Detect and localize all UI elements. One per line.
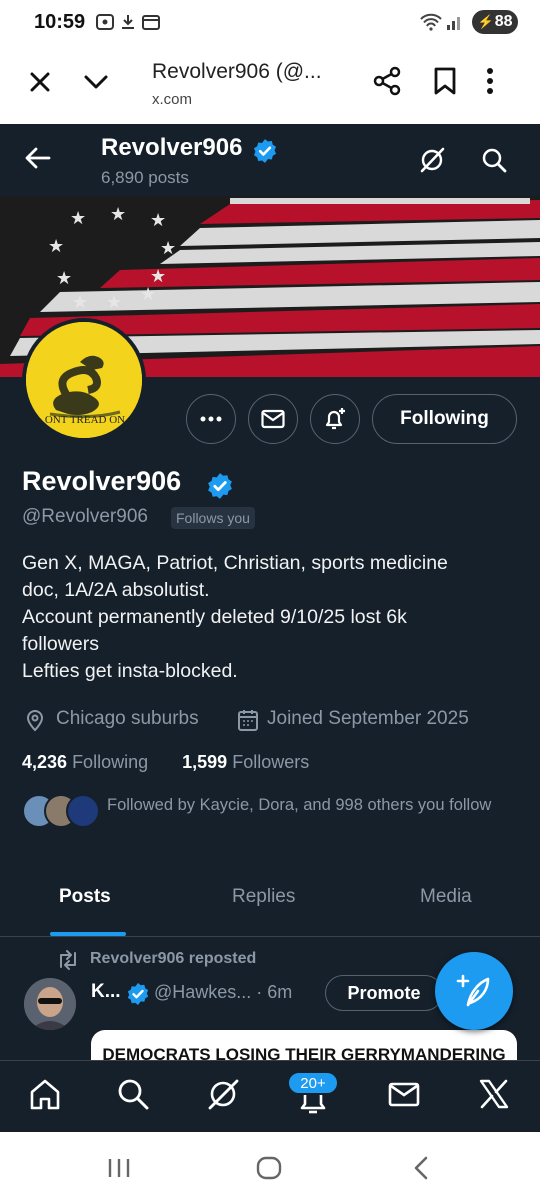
battery-indicator: ⚡ 88 — [472, 10, 518, 34]
verified-badge-icon — [252, 138, 278, 169]
following-link[interactable]: 4,236 Following — [22, 752, 148, 772]
browser-toolbar: Revolver906 (@... x.com — [0, 44, 540, 125]
bell-plus-icon — [325, 408, 345, 430]
search-icon[interactable] — [116, 1077, 150, 1116]
wifi-icon — [420, 13, 442, 35]
followers-label: Followers — [232, 752, 310, 772]
follows-you-badge: Follows you — [171, 507, 255, 529]
svg-text:★: ★ — [106, 292, 122, 312]
recent-apps-icon[interactable] — [106, 1156, 132, 1185]
svg-text:★: ★ — [150, 210, 166, 230]
gadsden-flag-image: ONT TREAD ON — [26, 322, 142, 438]
profile-handle: @Revolver906 — [22, 506, 148, 527]
grok-icon[interactable] — [206, 1077, 240, 1116]
calendar-icon — [237, 708, 259, 737]
home-button-icon[interactable] — [255, 1155, 283, 1186]
grok-icon[interactable] — [418, 146, 446, 179]
verified-badge-icon — [126, 982, 150, 1011]
feather-plus-icon — [456, 974, 490, 1007]
status-time: 10:59 — [34, 11, 86, 33]
post-media-card[interactable]: DEMOCRATS LOSING THEIR GERRYMANDERING — [91, 1030, 517, 1060]
follow-stats: 4,236 Following 1,599 Followers — [22, 752, 309, 773]
mail-icon[interactable] — [387, 1077, 421, 1116]
notifications-badge: 20+ — [287, 1071, 339, 1095]
close-icon[interactable] — [24, 66, 56, 98]
tab-replies[interactable]: Replies — [232, 886, 295, 908]
svg-text:★: ★ — [160, 238, 176, 258]
search-icon[interactable] — [480, 146, 508, 179]
x-logo-icon[interactable] — [477, 1077, 511, 1116]
followers-link[interactable]: 1,599 Followers — [182, 752, 309, 772]
mail-icon — [261, 409, 285, 429]
followed-by-avatars[interactable] — [22, 794, 102, 828]
tab-posts[interactable]: Posts — [59, 886, 111, 908]
avatar-motto: ONT TREAD ON — [44, 414, 126, 426]
following-label: Following — [72, 752, 149, 772]
compose-post-button[interactable] — [435, 952, 513, 1030]
more-vertical-icon[interactable] — [486, 66, 494, 101]
bio-line: Lefties get insta-blocked. — [22, 660, 238, 682]
post-media-headline: DEMOCRATS LOSING THEIR GERRYMANDERING — [102, 1045, 506, 1060]
system-navigation-bar — [0, 1132, 540, 1200]
active-tab-indicator — [50, 932, 126, 936]
post-handle-time: @Hawkes... · 6m — [154, 982, 293, 1002]
svg-text:★: ★ — [110, 204, 126, 224]
bio-line: Gen X, MAGA, Patriot, Christian, sports … — [22, 552, 448, 574]
profile-joined-date: Joined September 2025 — [267, 708, 469, 729]
bookmark-icon[interactable] — [432, 66, 458, 101]
location-pin-icon — [24, 708, 46, 737]
following-button[interactable]: Following — [372, 394, 517, 444]
svg-text:★: ★ — [56, 268, 72, 288]
back-arrow-icon[interactable] — [24, 144, 52, 177]
home-icon[interactable] — [28, 1077, 62, 1116]
svg-text:★: ★ — [48, 236, 64, 256]
verified-badge-icon — [206, 472, 234, 505]
profile-bio: Gen X, MAGA, Patriot, Christian, sports … — [22, 550, 517, 685]
screenshot-icon — [96, 14, 114, 34]
profile-avatar[interactable]: ONT TREAD ON — [22, 318, 146, 442]
profile-location: Chicago suburbs — [56, 708, 199, 729]
repost-label: Revolver906 reposted — [90, 950, 257, 967]
more-horizontal-icon — [200, 416, 222, 422]
header-name: Revolver906 — [101, 134, 243, 161]
following-count: 4,236 — [22, 752, 68, 772]
status-bar: 10:59 ⚡ 88 — [0, 0, 540, 44]
bio-line: Account permanently deleted 9/10/25 lost… — [22, 606, 407, 628]
tab-media[interactable]: Media — [420, 886, 472, 908]
profile-name: Revolver906 — [22, 466, 182, 496]
back-nav-icon[interactable] — [410, 1155, 432, 1186]
svg-text:★: ★ — [140, 284, 156, 304]
more-options-button[interactable] — [186, 394, 236, 444]
bio-line: followers — [22, 633, 99, 655]
profile-header-bar: Revolver906 6,890 posts — [0, 124, 540, 196]
promote-button[interactable]: Promote — [325, 975, 443, 1011]
bio-line: doc, 1A/2A absolutist. — [22, 579, 210, 601]
download-icon — [120, 14, 136, 34]
chevron-down-icon[interactable] — [80, 66, 112, 98]
followed-by-text[interactable]: Followed by Kaycie, Dora, and 998 others… — [107, 794, 517, 817]
calendar-status-icon — [142, 14, 160, 34]
page-url: x.com — [152, 91, 193, 108]
post-author-avatar[interactable] — [24, 978, 76, 1030]
notifications-toggle-button[interactable] — [310, 394, 360, 444]
message-button[interactable] — [248, 394, 298, 444]
profile-tabs: Posts Replies Media — [0, 868, 540, 937]
svg-text:★: ★ — [72, 292, 88, 312]
post-author-name[interactable]: K... — [91, 981, 121, 1003]
followers-count: 1,599 — [182, 752, 228, 772]
svg-text:★: ★ — [150, 266, 166, 286]
bottom-navigation: 20+ — [0, 1060, 540, 1133]
avatar — [66, 794, 100, 828]
share-icon[interactable] — [372, 66, 402, 101]
repost-icon — [56, 950, 80, 975]
signal-icon — [446, 13, 464, 35]
post-count: 6,890 posts — [101, 168, 189, 187]
page-title: Revolver906 (@... — [152, 60, 322, 83]
svg-text:★: ★ — [70, 208, 86, 228]
